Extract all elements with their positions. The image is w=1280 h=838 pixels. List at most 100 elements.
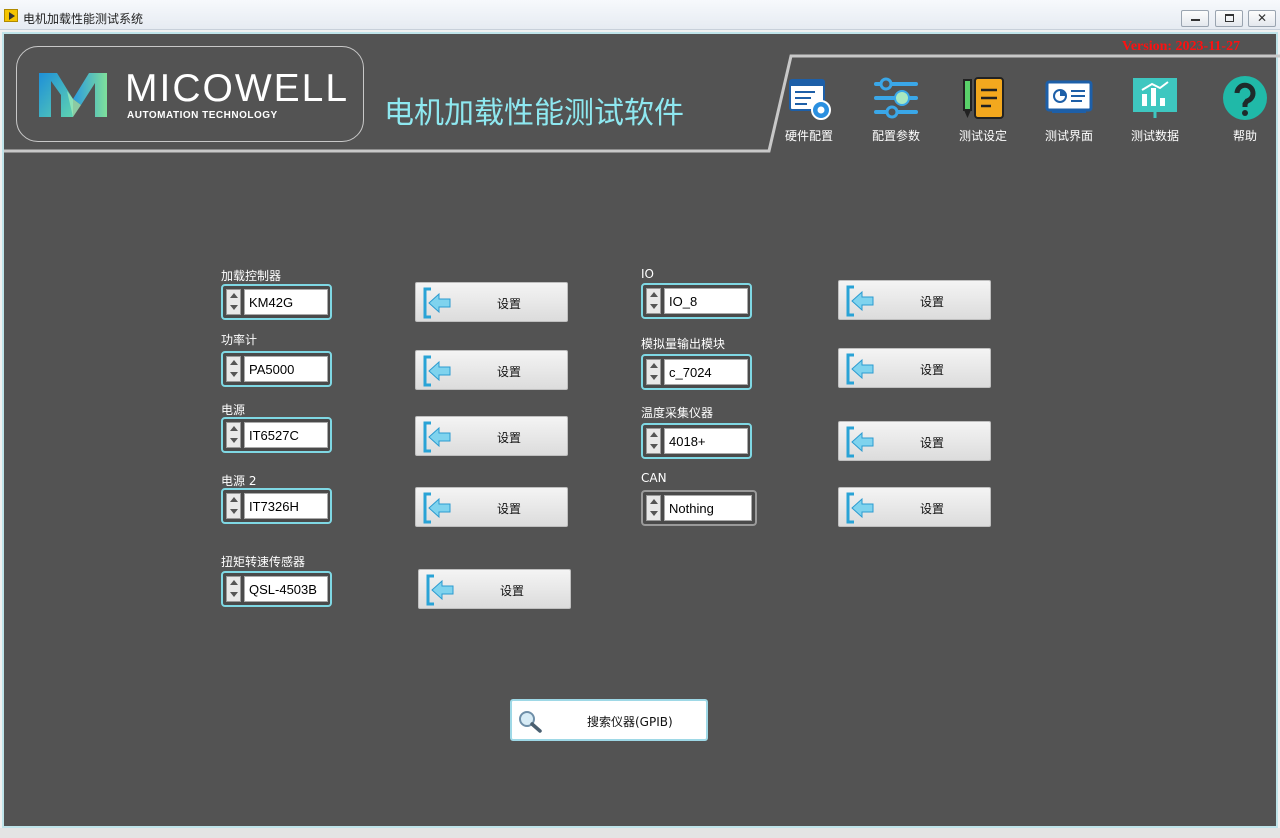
nav-test-data[interactable]: 测试数据 [1120, 74, 1190, 146]
power-supply-2-select[interactable]: IT7326H [221, 488, 332, 524]
nav-label: 硬件配置 [784, 129, 833, 143]
analog-output-set-button[interactable]: 设置 [838, 348, 991, 388]
field-label-temperature-logger: 温度采集仪器 [641, 406, 714, 420]
nav-label: 测试数据 [1130, 129, 1179, 143]
field-label-power-supply-2: 电源 2 [221, 474, 257, 488]
io-set-button[interactable]: 设置 [838, 280, 991, 320]
temperature-logger-select[interactable]: 4018+ [641, 423, 752, 459]
set-button-label: 设置 [920, 295, 945, 309]
spin-buttons[interactable] [646, 359, 661, 385]
analog-output-value: c_7024 [664, 359, 748, 385]
field-label-torque-sensor: 扭矩转速传感器 [221, 555, 306, 569]
spin-buttons[interactable] [646, 428, 661, 454]
field-label-analog-output: 模拟量输出模块 [641, 337, 726, 351]
brand-name: MICOWELL [125, 67, 350, 110]
hardware-config-icon [789, 79, 831, 120]
torque-sensor-set-button[interactable]: 设置 [418, 569, 571, 609]
field-label-can: CAN [641, 471, 667, 485]
restore-button[interactable] [1215, 10, 1243, 27]
field-label-load-controller: 加载控制器 [221, 269, 282, 283]
can-select[interactable]: Nothing [641, 490, 757, 526]
nav-label: 测试设定 [958, 129, 1007, 143]
io-value: IO_8 [664, 288, 748, 314]
monitor-chart-icon [1045, 80, 1093, 113]
field-label-power-meter: 功率计 [221, 333, 258, 347]
load-controller-value: KM42G [244, 289, 328, 315]
window-titlebar: 电机加载性能测试系统 ✕ [0, 0, 1280, 30]
set-button-label: 设置 [920, 363, 945, 377]
enter-arrow-icon [846, 285, 874, 317]
spin-buttons[interactable] [226, 422, 241, 448]
company-logo: MICOWELL AUTOMATION TECHNOLOGY [16, 46, 364, 142]
set-button-label: 设置 [497, 431, 522, 445]
enter-arrow-icon [423, 421, 451, 453]
spin-buttons[interactable] [226, 493, 241, 519]
nav-test-interface[interactable]: 测试界面 [1034, 74, 1104, 146]
close-icon: ✕ [1257, 11, 1268, 25]
set-button-label: 设置 [920, 502, 945, 516]
power-meter-set-button[interactable]: 设置 [415, 350, 568, 390]
spin-buttons[interactable] [226, 289, 241, 315]
temperature-logger-value: 4018+ [664, 428, 748, 454]
restore-icon [1225, 14, 1234, 22]
torque-sensor-select[interactable]: QSL-4503B [221, 571, 332, 607]
power-supply-value: IT6527C [244, 422, 328, 448]
search-button-label: 搜索仪器(GPIB) [587, 715, 673, 729]
enter-arrow-icon [423, 287, 451, 319]
nav-test-settings[interactable]: 测试设定 [948, 74, 1018, 146]
set-button-label: 设置 [497, 297, 522, 311]
power-supply-select[interactable]: IT6527C [221, 417, 332, 453]
nav-help[interactable]: 帮助 [1210, 74, 1280, 146]
field-label-io: IO [641, 267, 654, 281]
set-button-label: 设置 [920, 436, 945, 450]
set-button-label: 设置 [497, 502, 522, 516]
enter-arrow-icon [846, 426, 874, 458]
set-button-label: 设置 [497, 365, 522, 379]
temperature-logger-set-button[interactable]: 设置 [838, 421, 991, 461]
power-supply-set-button[interactable]: 设置 [415, 416, 568, 456]
minimize-button[interactable] [1181, 10, 1209, 27]
brand-subtitle: AUTOMATION TECHNOLOGY [127, 110, 278, 121]
enter-arrow-icon [423, 492, 451, 524]
load-controller-set-button[interactable]: 设置 [415, 282, 568, 322]
power-supply-2-value: IT7326H [244, 493, 328, 519]
nav-label: 帮助 [1232, 129, 1257, 143]
app-icon [4, 9, 18, 22]
can-set-button[interactable]: 设置 [838, 487, 991, 527]
can-value: Nothing [664, 495, 752, 521]
spin-buttons[interactable] [646, 288, 661, 314]
nav-config-params[interactable]: 配置参数 [861, 74, 931, 146]
set-button-label: 设置 [500, 584, 525, 598]
help-icon [1223, 76, 1267, 120]
close-button[interactable]: ✕ [1248, 10, 1276, 27]
io-select[interactable]: IO_8 [641, 283, 752, 319]
spin-buttons[interactable] [226, 356, 241, 382]
power-meter-select[interactable]: PA5000 [221, 351, 332, 387]
enter-arrow-icon [426, 574, 454, 606]
spin-buttons[interactable] [226, 576, 241, 602]
nav-label: 配置参数 [871, 129, 920, 143]
micowell-logo-icon [39, 73, 107, 117]
magnifier-icon [519, 711, 542, 733]
minimize-icon [1191, 19, 1200, 21]
nav-label: 测试界面 [1044, 129, 1093, 143]
sliders-icon [874, 77, 918, 119]
enter-arrow-icon [846, 492, 874, 524]
power-supply-2-set-button[interactable]: 设置 [415, 487, 568, 527]
app-title: 电机加载性能测试软件 [384, 96, 684, 131]
data-board-icon [1133, 78, 1177, 118]
field-label-power-supply: 电源 [221, 403, 246, 417]
window-title: 电机加载性能测试系统 [23, 12, 144, 26]
load-controller-select[interactable]: KM42G [221, 284, 332, 320]
version-label: Version: 2023-11-27 [1122, 39, 1241, 54]
spin-buttons[interactable] [646, 495, 661, 521]
analog-output-select[interactable]: c_7024 [641, 354, 752, 390]
nav-hardware-config[interactable]: 硬件配置 [774, 74, 844, 146]
power-meter-value: PA5000 [244, 356, 328, 382]
main-panel: Version: 2023-11-27 MICOWELL AUTOMATION … [2, 32, 1280, 828]
notepad-icon [963, 77, 1004, 119]
search-instruments-button[interactable]: 搜索仪器(GPIB) [510, 699, 708, 741]
window-bottom-edge [0, 828, 1280, 838]
enter-arrow-icon [846, 353, 874, 385]
enter-arrow-icon [423, 355, 451, 387]
